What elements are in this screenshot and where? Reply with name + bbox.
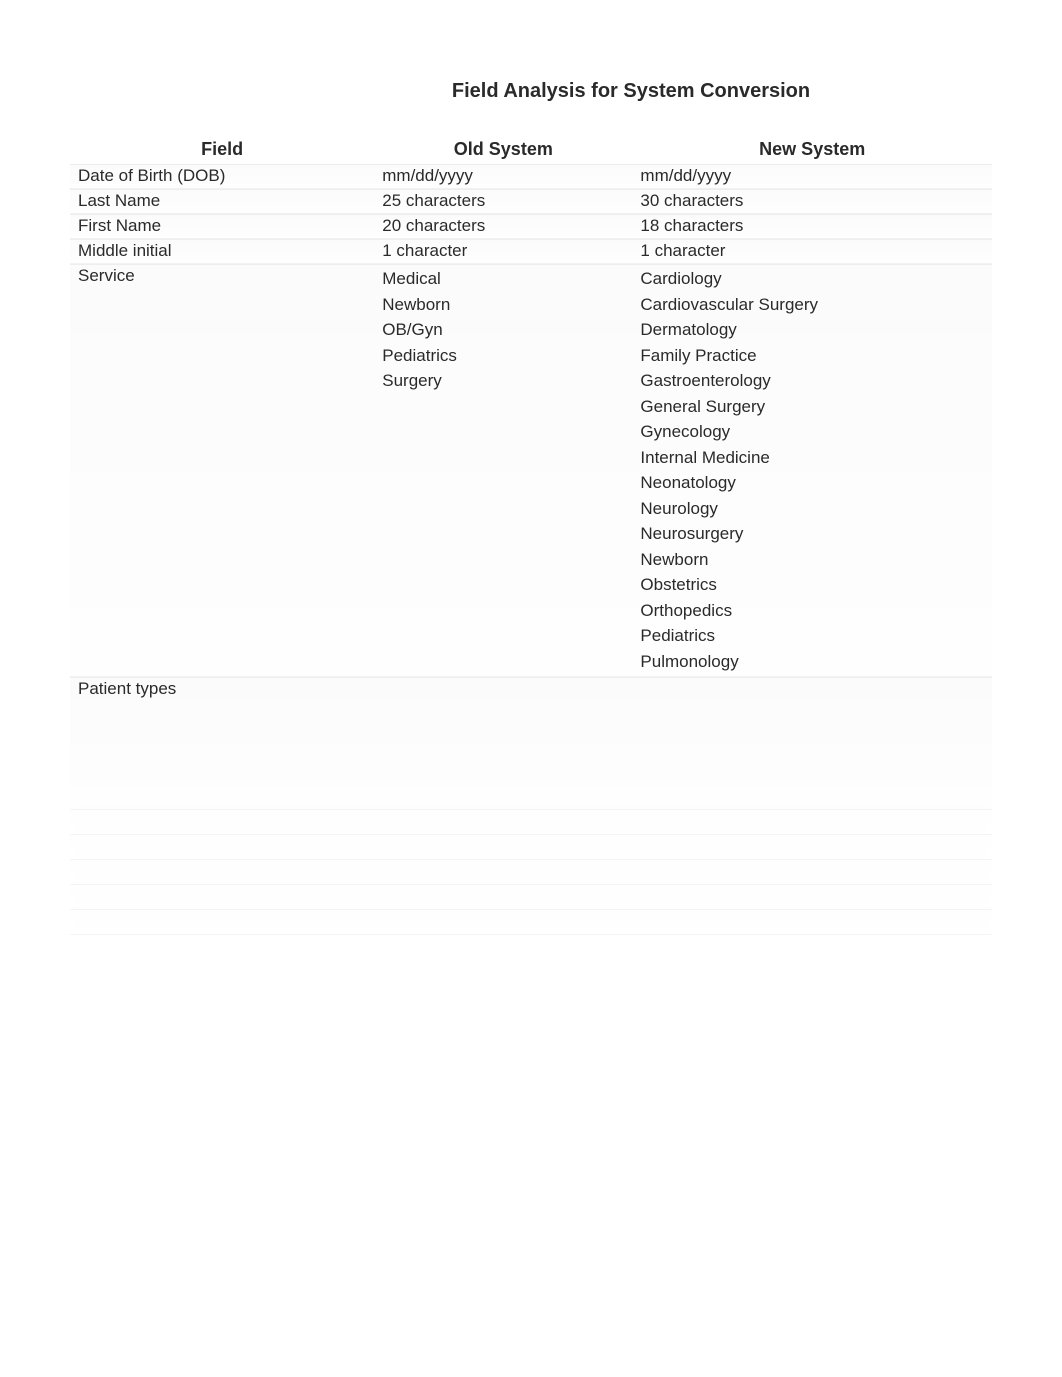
field-name-cell: First Name xyxy=(70,214,374,239)
table-row xyxy=(70,834,992,859)
table-cell xyxy=(632,859,992,884)
table-cell xyxy=(632,909,992,934)
table-cell: 30 characters xyxy=(632,189,992,214)
table-cell: 18 characters xyxy=(632,214,992,239)
table-cell xyxy=(70,909,374,934)
table-row: ServiceMedicalNewbornOB/GynPediatricsSur… xyxy=(70,264,992,677)
table-row: Patient types xyxy=(70,677,992,810)
table-row xyxy=(70,859,992,884)
table-cell xyxy=(374,884,632,909)
table-cell: mm/dd/yyyy xyxy=(374,164,632,189)
table-cell: 25 characters xyxy=(374,189,632,214)
table-row: Date of Birth (DOB)mm/dd/yyyymm/dd/yyyy xyxy=(70,164,992,189)
field-name-cell: Date of Birth (DOB) xyxy=(70,164,374,189)
table-cell xyxy=(374,809,632,834)
table-cell xyxy=(632,677,992,810)
table-cell: MedicalNewbornOB/GynPediatricsSurgery xyxy=(374,264,632,677)
table-cell: mm/dd/yyyy xyxy=(632,164,992,189)
table-cell xyxy=(70,884,374,909)
header-new-system: New System xyxy=(632,135,992,164)
table-cell xyxy=(632,809,992,834)
table-cell: 20 characters xyxy=(374,214,632,239)
field-name-cell: Middle initial xyxy=(70,239,374,264)
table-row xyxy=(70,909,992,934)
table-cell xyxy=(70,834,374,859)
field-analysis-table: Field Old System New System Date of Birt… xyxy=(70,135,992,935)
field-name-cell: Last Name xyxy=(70,189,374,214)
table-cell xyxy=(632,834,992,859)
table-cell xyxy=(632,884,992,909)
header-old-system: Old System xyxy=(374,135,632,164)
field-name-cell: Patient types xyxy=(70,677,374,810)
table-row xyxy=(70,884,992,909)
table-cell: 1 character xyxy=(632,239,992,264)
table-row: First Name20 characters18 characters xyxy=(70,214,992,239)
table-header-row: Field Old System New System xyxy=(70,135,992,164)
table-cell xyxy=(70,809,374,834)
table-cell xyxy=(70,859,374,884)
table-cell: 1 character xyxy=(374,239,632,264)
table-cell xyxy=(374,677,632,810)
table-cell xyxy=(374,859,632,884)
field-name-cell: Service xyxy=(70,264,374,677)
table-cell xyxy=(374,834,632,859)
table-row: Middle initial1 character1 character xyxy=(70,239,992,264)
header-field: Field xyxy=(70,135,374,164)
page-title: Field Analysis for System Conversion xyxy=(270,80,992,103)
table-row xyxy=(70,809,992,834)
table-cell: CardiologyCardiovascular SurgeryDermatol… xyxy=(632,264,992,677)
table-row: Last Name25 characters30 characters xyxy=(70,189,992,214)
table-cell xyxy=(374,909,632,934)
